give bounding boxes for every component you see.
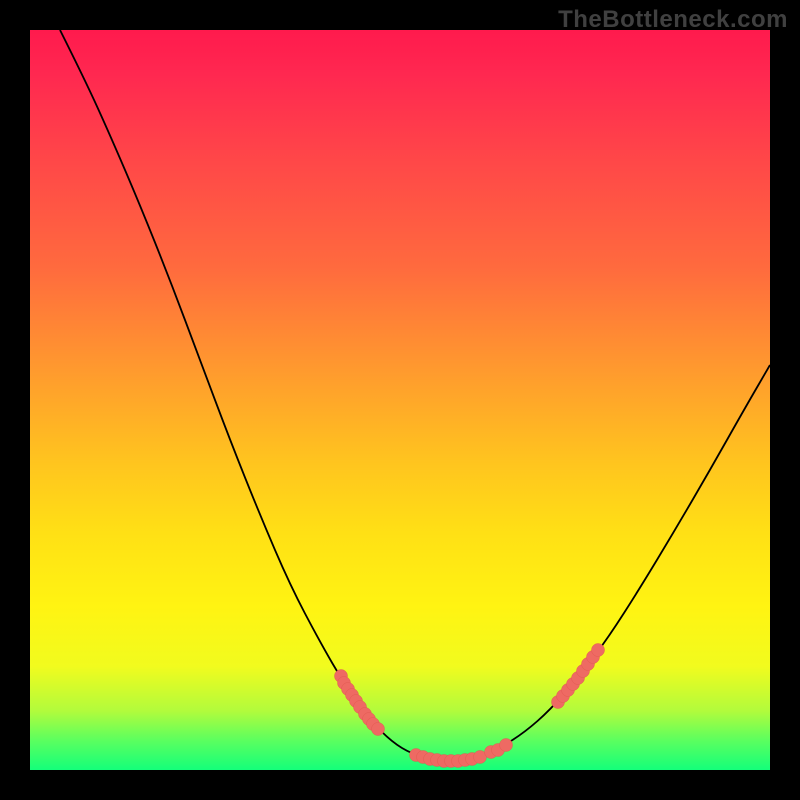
marker-cluster-bottom [410,739,513,768]
chart-svg [30,30,770,770]
chart-plot-area [30,30,770,770]
marker-dot [500,739,513,752]
watermark-label: TheBottleneck.com [558,6,788,34]
marker-dot [372,723,385,736]
marker-cluster-right [552,644,605,709]
marker-cluster-left [335,670,385,736]
marker-dot [592,644,605,657]
bottleneck-curve [60,30,770,761]
